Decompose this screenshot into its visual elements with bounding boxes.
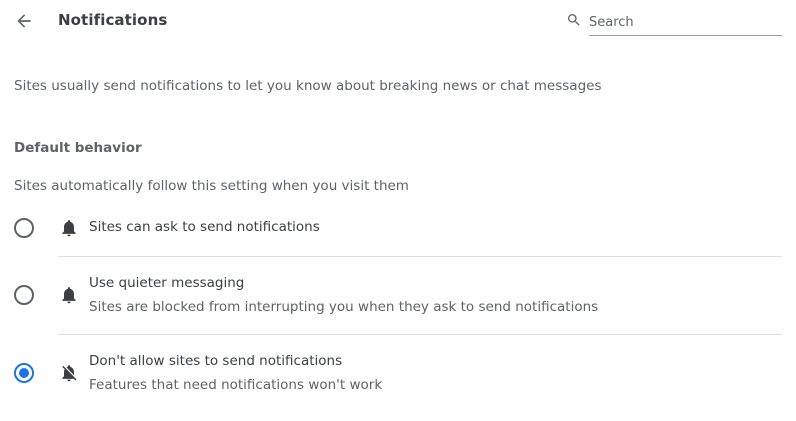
arrow-back-icon [17, 14, 31, 28]
page-title: Notifications [58, 11, 168, 29]
radio-block-notifications[interactable] [14, 363, 34, 383]
search-icon [568, 14, 580, 26]
option-label: Sites can ask to send notifications [89, 219, 320, 235]
back-button[interactable] [9, 6, 39, 36]
search-input[interactable] [589, 8, 782, 36]
option-allow-ask[interactable]: Sites can ask to send notifications [0, 210, 796, 256]
bell-icon [62, 220, 76, 237]
option-block-notifications[interactable]: Don't allow sites to send notifications … [0, 344, 796, 408]
option-quieter-messaging[interactable]: Use quieter messaging Sites are blocked … [0, 266, 796, 334]
section-description: Sites automatically follow this setting … [14, 178, 409, 194]
option-label: Use quieter messaging [89, 275, 245, 291]
radio-allow-ask[interactable] [14, 218, 34, 238]
bell-off-icon [62, 365, 77, 382]
option-label: Don't allow sites to send notifications [89, 353, 343, 369]
notifications-settings-page: Notifications Sites usually send notific… [0, 0, 796, 421]
section-title: Default behavior [14, 140, 142, 156]
radio-quieter-messaging[interactable] [14, 285, 34, 305]
bell-icon [62, 287, 76, 304]
search-underline [589, 35, 782, 36]
search-box[interactable] [566, 8, 782, 37]
divider [58, 334, 782, 335]
option-sublabel: Sites are blocked from interrupting you … [89, 299, 599, 315]
option-sublabel: Features that need notifications won't w… [89, 377, 383, 393]
divider [58, 256, 782, 257]
intro-text: Sites usually send notifications to let … [14, 78, 602, 94]
